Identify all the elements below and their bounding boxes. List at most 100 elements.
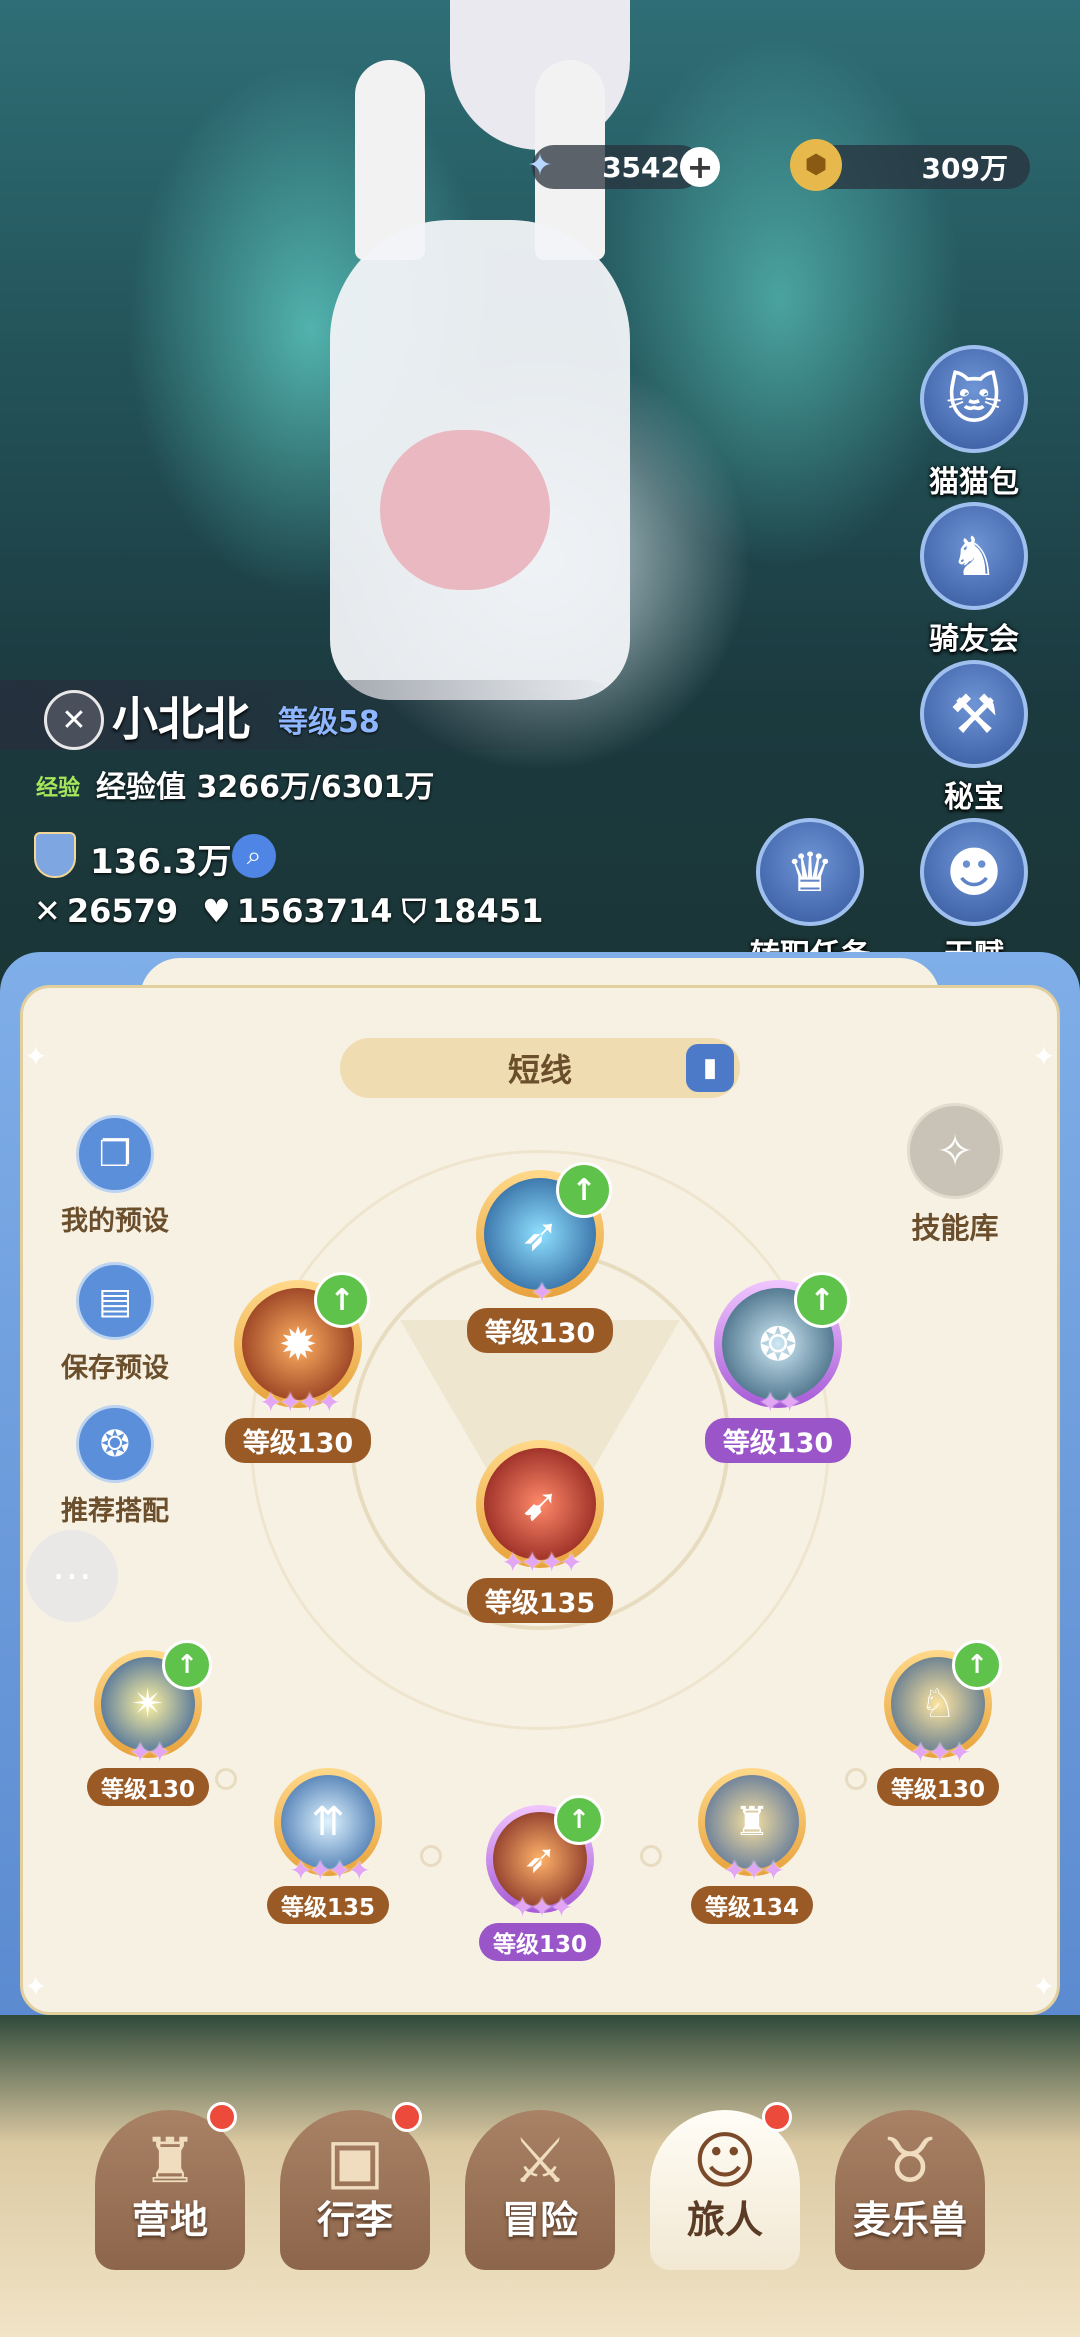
- notification-badge: [762, 2102, 792, 2132]
- skill-set-title-text: 短线: [507, 1051, 572, 1089]
- combat-power: 136.3万: [90, 842, 232, 882]
- tab-camp[interactable]: ♜ 营地: [95, 2102, 245, 2270]
- skill-slot-upper-right[interactable]: ❂ ↑ ✦✦ 等级130: [688, 1272, 868, 1463]
- treasure-label: 秘宝: [944, 780, 1004, 815]
- attack-stat: ✕ 26579: [34, 892, 178, 930]
- tab-pet[interactable]: ♉ 麦乐兽: [835, 2110, 985, 2270]
- mount-mouth: [380, 430, 550, 590]
- defense-stat: ⛉ 18451: [402, 892, 543, 931]
- notification-badge: [392, 2102, 422, 2132]
- skill-level-badge: 等级130: [466, 1308, 614, 1353]
- corner-ornament-icon: ✦: [24, 1040, 48, 1073]
- crossed-swords-icon: ⚔: [512, 2124, 568, 2197]
- cat-bag-icon: 🐱: [920, 345, 1028, 453]
- class-emblem-icon[interactable]: ✕: [44, 690, 104, 750]
- skill-slot-lower-left[interactable]: ⇈ ✦✦✦✦ 等级135: [238, 1768, 418, 1924]
- power-shield-icon: [34, 832, 76, 878]
- chat-bubble-icon[interactable]: ⋯: [26, 1530, 118, 1622]
- talent-brain-icon: ☻: [920, 818, 1028, 926]
- skill-stars: ✦: [530, 1276, 553, 1309]
- upgrade-arrow-icon: ↑: [952, 1640, 1002, 1690]
- save-icon: ▤: [76, 1262, 154, 1340]
- star-crystal-icon: ✦: [527, 147, 553, 183]
- tab-adventure-label: 冒险: [501, 2198, 578, 2242]
- skill-set-title[interactable]: 短线: [340, 1038, 740, 1098]
- skill-stars: ✦✦✦✦: [501, 1546, 583, 1579]
- skill-level-badge: 等级130: [86, 1768, 209, 1806]
- rider-club-button[interactable]: ♞ 骑友会: [914, 502, 1034, 658]
- skill-library-button[interactable]: ✧ 技能库: [885, 1103, 1025, 1247]
- gold-coin-icon: ⬢: [790, 139, 842, 191]
- skill-level-badge: 等级134: [690, 1886, 813, 1924]
- upgrade-arrow-icon: ↑: [554, 1795, 604, 1845]
- rider-club-label: 骑友会: [929, 622, 1019, 657]
- skill-level-badge: 等级130: [224, 1418, 372, 1463]
- attack-value: 26579: [66, 892, 179, 930]
- chain-node: [640, 1845, 662, 1867]
- treasure-button[interactable]: ⚒ 秘宝: [914, 660, 1034, 816]
- upgrade-arrow-icon: ↑: [556, 1162, 612, 1218]
- talent-button[interactable]: ☻ 天赋: [914, 818, 1034, 974]
- skill-slot-top[interactable]: ➶ ↑ ✦ 等级130: [450, 1162, 630, 1353]
- skill-slot-right[interactable]: ♘ ↑ ✦✦✦ 等级130: [848, 1640, 1028, 1806]
- tab-luggage[interactable]: ▣ 行李: [280, 2102, 430, 2270]
- corner-ornament-icon: ✦: [24, 1970, 48, 2003]
- tab-luggage-label: 行李: [316, 2198, 393, 2242]
- skill-stars: ✦✦✦: [722, 1854, 785, 1887]
- save-preset-button[interactable]: ▤ 保存预设: [45, 1262, 185, 1385]
- skill-level-badge: 等级130: [478, 1923, 601, 1961]
- power-detail-search-button[interactable]: ⌕: [232, 834, 276, 878]
- tab-adventure[interactable]: ⚔ 冒险: [465, 2110, 615, 2270]
- skill-guide-book-icon[interactable]: ▮: [686, 1044, 734, 1092]
- castle-icon: ♜: [142, 2124, 198, 2197]
- cat-bag-button[interactable]: 🐱 猫猫包: [914, 345, 1034, 501]
- crossed-swords-icon: ✕: [34, 892, 61, 930]
- horse-head-icon: ♞: [920, 502, 1028, 610]
- recommend-icon: ❂: [76, 1405, 154, 1483]
- add-star-button[interactable]: +: [680, 147, 720, 187]
- shield-icon: ⛉: [402, 892, 427, 930]
- recommend-build-button[interactable]: ❂ 推荐搭配: [45, 1405, 185, 1528]
- cat-bag-label: 猫猫包: [929, 465, 1019, 500]
- tab-traveler-label: 旅人: [686, 2198, 763, 2242]
- corner-ornament-icon: ✦: [1032, 1040, 1056, 1073]
- recommend-build-label: 推荐搭配: [61, 1496, 169, 1527]
- treasure-chest-icon: ⚒: [920, 660, 1028, 768]
- skill-slot-lower-right[interactable]: ♜ ✦✦✦ 等级134: [662, 1768, 842, 1924]
- gold-currency-value: 309万: [921, 152, 1008, 185]
- skill-library-label: 技能库: [911, 1211, 999, 1245]
- upgrade-arrow-icon: ↑: [314, 1272, 370, 1328]
- skill-level-badge: 等级135: [266, 1886, 389, 1924]
- upgrade-arrow-icon: ↑: [794, 1272, 850, 1328]
- skill-library-icon: ✧: [907, 1103, 1003, 1199]
- my-preset-button[interactable]: ❐ 我的预设: [45, 1115, 185, 1238]
- crown-icon: ♛: [756, 818, 864, 926]
- preset-cards-icon: ❐: [76, 1115, 154, 1193]
- tab-traveler[interactable]: ☺ 旅人: [650, 2102, 800, 2270]
- hp-value: 1563714: [236, 892, 393, 930]
- tab-camp-label: 营地: [131, 2198, 208, 2242]
- traveler-avatar-icon: ☺: [692, 2124, 758, 2197]
- star-currency-value: 3542: [602, 150, 680, 184]
- save-preset-label: 保存预设: [61, 1353, 169, 1384]
- player-name: 小北北: [112, 692, 250, 746]
- upgrade-arrow-icon: ↑: [162, 1640, 212, 1690]
- skill-stars: ✦✦✦✦: [289, 1854, 371, 1887]
- gold-currency: ⬢ 309万: [790, 139, 1030, 191]
- defense-value: 18451: [432, 892, 544, 930]
- exp-tag: 经验: [36, 776, 81, 801]
- notification-badge: [207, 2102, 237, 2132]
- tab-pet-label: 麦乐兽: [852, 2198, 967, 2242]
- skill-stars: ✦✦✦✦: [259, 1386, 341, 1419]
- job-quest-button[interactable]: ♛ 转职任务: [745, 818, 875, 974]
- star-currency: ✦ 3542 +: [527, 145, 720, 189]
- my-preset-label: 我的预设: [61, 1206, 169, 1237]
- skill-slot-left[interactable]: ✴ ↑ ✦✦ 等级130: [58, 1640, 238, 1806]
- skill-stars: ✦✦: [758, 1386, 802, 1419]
- skill-slot-center[interactable]: ➹ ✦✦✦✦ 等级135: [450, 1440, 630, 1623]
- hp-stat: ♥ 1563714: [202, 892, 393, 930]
- skill-stars: ✦✦✦: [510, 1891, 573, 1924]
- skill-slot-upper-left[interactable]: ✹ ↑ ✦✦✦✦ 等级130: [208, 1272, 388, 1463]
- skill-level-badge: 等级130: [704, 1418, 852, 1463]
- skill-slot-bottom[interactable]: ➶ ↑ ✦✦✦ 等级130: [450, 1795, 630, 1961]
